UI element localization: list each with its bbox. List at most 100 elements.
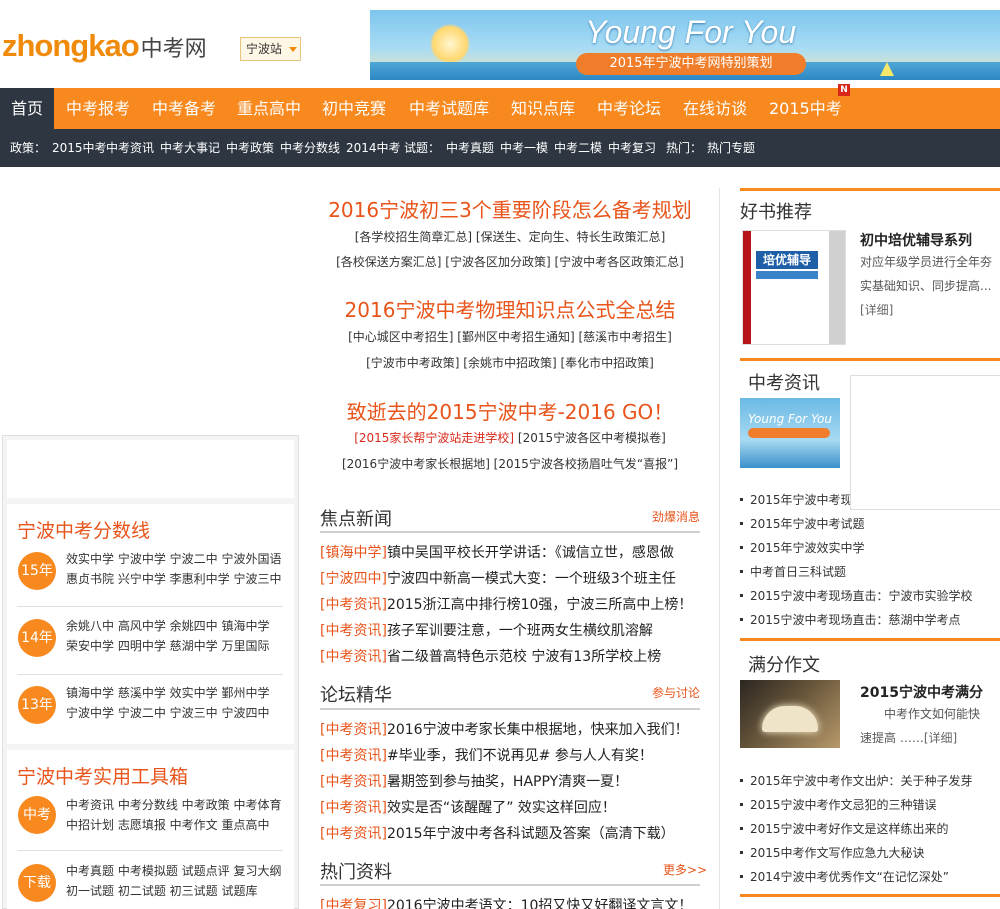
book-cover[interactable]: 培优辅导	[742, 230, 846, 345]
list-item[interactable]: 2015宁波中考现场直击：宁波市实验学校	[740, 584, 973, 608]
headline-3-links[interactable]: [2016宁波中考家长根据地] [2015宁波各校扬眉吐气发“喜报”]	[310, 455, 710, 473]
sub-nav: 政策： 2015中考 中考资讯 中考大事记 中考政策 中考分数线 2014中考 …	[0, 129, 1000, 167]
tool-badge: 下载	[18, 864, 56, 902]
nav-item-interview[interactable]: 在线访谈	[683, 88, 747, 129]
list-item[interactable]: [中考资讯]2015浙江高中排行榜10强，宁波三所高中上榜！	[320, 592, 692, 618]
column-divider	[719, 188, 720, 909]
bullet-icon	[740, 497, 743, 501]
nav-item-2015[interactable]: 2015中考	[769, 88, 842, 129]
list-item[interactable]: [中考资讯]2016宁波中考家长集中根据地，快来加入我们！	[320, 717, 689, 743]
bullet-icon	[740, 850, 743, 854]
list-item[interactable]: [中考资讯]效实是否“该醒醒了” 效实这样回应！	[320, 795, 689, 821]
tool-links[interactable]: 中考真题 中考模拟题 试题点评 复习大纲 初一试题 初二试题 初三试题 试题库	[66, 861, 281, 901]
subnav-link[interactable]: 2015中考	[52, 129, 107, 167]
city-selector[interactable]: 宁波站	[240, 37, 301, 61]
book-graphic	[762, 706, 818, 732]
subnav-link[interactable]: 中考大事记	[160, 129, 220, 167]
list-item[interactable]: 2015年宁波效实中学	[740, 536, 973, 560]
list-item[interactable]: [中考资讯]#毕业季，我们不说再见# 参与人人有奖！	[320, 743, 689, 769]
nav-item-home[interactable]: 首页	[0, 88, 54, 129]
left-ad-slot	[7, 440, 294, 498]
nav-item-forum[interactable]: 中考论坛	[597, 88, 661, 129]
subnav-link[interactable]: 中考复习	[608, 129, 656, 167]
nav-item-knowledge-base[interactable]: 知识点库	[511, 88, 575, 129]
top-banner[interactable]: Young For You 2015年宁波中考网特别策划	[370, 10, 1000, 80]
nav-item-exam-prep[interactable]: 中考备考	[152, 88, 216, 129]
section-accent-bar	[740, 358, 1000, 361]
headline-3-links[interactable]: [2015家长帮宁波站走进学校] [2015宁波各区中考模拟卷]	[310, 429, 710, 447]
list-item[interactable]: 2014宁波中考优秀作文“在记忆深处”	[740, 865, 973, 889]
tools-section: 宁波中考实用工具箱 中考 中考资讯 中考分数线 中考政策 中考体育 中招计划 志愿…	[7, 750, 294, 909]
headline-3[interactable]: 致逝去的2015宁波中考-2016 GO！	[310, 396, 710, 425]
subnav-link[interactable]: 中考资讯	[106, 129, 154, 167]
list-item[interactable]: 2015宁波中考好作文是这样练出来的	[740, 817, 973, 841]
bullet-icon	[740, 593, 743, 597]
essays-title: 满分作文	[748, 655, 820, 676]
focus-news-title: 焦点新闻	[320, 509, 392, 530]
list-item[interactable]: 2015宁波中考作文忌犯的三种错误	[740, 793, 973, 817]
divider	[320, 708, 700, 710]
year-badge: 15年	[18, 552, 56, 590]
tool-links[interactable]: 中考资讯 中考分数线 中考政策 中考体育 中招计划 志愿填报 中考作文 重点高中	[66, 795, 281, 835]
divider	[320, 531, 700, 533]
subnav-link[interactable]: 中考一模	[500, 129, 548, 167]
divider	[320, 884, 700, 886]
essays-list: 2015年宁波中考作文出炉：关于种子发芽 2015宁波中考作文忌犯的三种错误 2…	[740, 769, 973, 889]
list-item[interactable]: 2015年宁波中考作文出炉：关于种子发芽	[740, 769, 973, 793]
news-right-title: 中考资讯	[748, 373, 820, 394]
headline-1-links[interactable]: [各校保送方案汇总] [宁波各区加分政策] [宁波中考各区政策汇总]	[310, 253, 710, 271]
headline-2[interactable]: 2016宁波中考物理知识点公式全总结	[310, 294, 710, 323]
subnav-link[interactable]: 2014中考	[346, 129, 401, 167]
detail-link[interactable]: [详细]	[860, 303, 893, 317]
school-links[interactable]: 效实中学 宁波中学 宁波二中 宁波外国语 惠贞书院 兴宁中学 李惠利中学 宁波三中	[66, 549, 281, 589]
cover-stripe	[756, 271, 818, 279]
focus-more-link[interactable]: 劲爆消息	[652, 508, 700, 525]
detail-link[interactable]: [详细]	[924, 731, 957, 745]
hot-list: [中考复习]2016宁波中考语文：10招又快又好翻译文言文！	[320, 893, 692, 909]
headline-2-links[interactable]: [中心城区中考招生] [鄞州区中考招生通知] [慈溪市中考招生]	[310, 328, 710, 346]
headline-1-links[interactable]: [各学校招生简章汇总] [保送生、定向生、特长生政策汇总]	[310, 228, 710, 246]
list-item[interactable]: 2015宁波中考现场直击：慈湖中学考点	[740, 608, 973, 632]
forum-more-link[interactable]: 参与讨论	[652, 684, 700, 701]
list-item[interactable]: [中考资讯]暑期签到参与抽奖，HAPPY清爽一夏！	[320, 769, 689, 795]
school-links[interactable]: 余姚八中 高风中学 余姚四中 镇海中学 荣安中学 四明中学 慈湖中学 万里国际	[66, 616, 269, 656]
nav-item-key-high-school[interactable]: 重点高中	[237, 88, 301, 129]
list-item[interactable]: [中考资讯]孩子军训要注意，一个班两女生横纹肌溶解	[320, 618, 692, 644]
subnav-link[interactable]: 中考真题	[446, 129, 494, 167]
subnav-label-hot: 热门：	[666, 141, 703, 155]
section-accent-bar	[740, 894, 1000, 897]
subnav-link[interactable]: 中考二模	[554, 129, 602, 167]
headline-2-links[interactable]: [宁波市中考政策] [余姚市中招政策] [奉化市中招政策]	[310, 354, 710, 372]
list-item[interactable]: 2015中考作文写作应急九大秘诀	[740, 841, 973, 865]
list-item[interactable]: [中考资讯]省二级普高特色示范校 宁波有13所学校上榜	[320, 644, 692, 670]
list-item[interactable]: 2015年宁波中考试题	[740, 512, 973, 536]
hot-more-link[interactable]: 更多>>	[663, 861, 707, 878]
list-item[interactable]: [宁波四中]宁波四中新高一模式大变：一个班级3个班主任	[320, 566, 692, 592]
nav-item-competition[interactable]: 初中竞赛	[322, 88, 386, 129]
sun-graphic	[430, 24, 470, 64]
headline-1[interactable]: 2016宁波初三3个重要阶段怎么备考规划	[310, 194, 710, 223]
news-thumbnail[interactable]: Young For You	[740, 398, 840, 468]
list-item[interactable]: [中考复习]2016宁波中考语文：10招又快又好翻译文言文！	[320, 893, 692, 909]
tool-badge: 中考	[18, 796, 56, 834]
subnav-link[interactable]: 热门专题	[707, 129, 755, 167]
list-item[interactable]: [镇海中学]镇中吴国平校长开学讲话：《诚信立世，感恩做	[320, 540, 692, 566]
subnav-label-questions: 试题：	[404, 141, 441, 155]
school-links[interactable]: 镇海中学 慈溪中学 效实中学 鄞州中学 宁波中学 宁波二中 宁波三中 宁波四中	[66, 683, 269, 723]
site-logo[interactable]: zhongkao中考网	[2, 26, 207, 69]
list-item[interactable]: [中考资讯]2015年宁波中考各科试题及答案（高清下载）	[320, 821, 689, 847]
essay-thumbnail[interactable]	[740, 680, 840, 748]
divider	[17, 606, 283, 607]
nav-item-question-bank[interactable]: 中考试题库	[409, 88, 489, 129]
essay-item-title[interactable]: 2015宁波中考满分	[860, 682, 983, 702]
section-accent-bar	[740, 188, 1000, 191]
bullet-icon	[740, 521, 743, 525]
bullet-icon	[740, 569, 743, 573]
book-title[interactable]: 初中培优辅导系列	[860, 230, 972, 250]
nav-item-exam-signup[interactable]: 中考报考	[66, 88, 130, 129]
list-item[interactable]: 中考首日三科试题	[740, 560, 973, 584]
subnav-link[interactable]: 中考政策	[226, 129, 274, 167]
bullet-icon	[740, 545, 743, 549]
bullet-icon	[740, 778, 743, 782]
subnav-link[interactable]: 中考分数线	[280, 129, 340, 167]
